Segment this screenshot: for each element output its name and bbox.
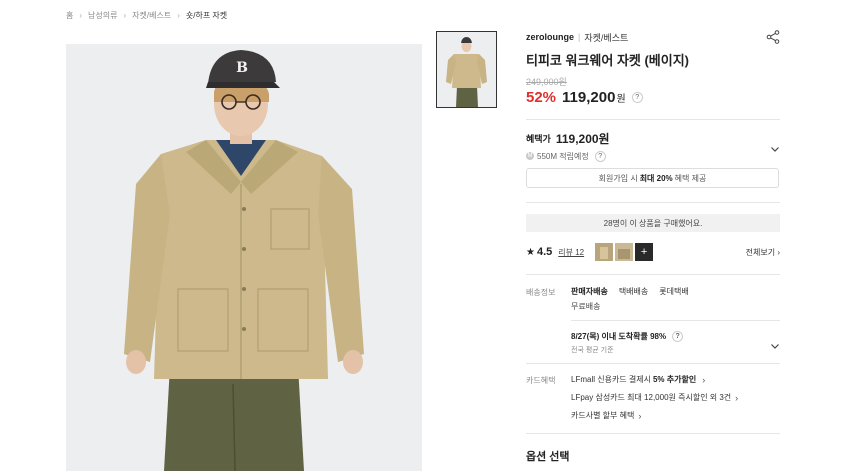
points-row: M 550M 적립예정 ? <box>526 150 606 162</box>
benefit-price: 119,200원 <box>555 131 610 146</box>
member-text-pre: 회원가입 시 <box>598 173 638 183</box>
product-thumbnail[interactable] <box>436 31 497 108</box>
svg-text:B: B <box>236 60 248 76</box>
arrival-text: 8/27(목) 이내 도착확률 98% <box>571 332 667 341</box>
divider <box>526 363 780 364</box>
help-icon[interactable]: ? <box>672 331 684 342</box>
product-title: 티피코 워크웨어 자켓 (베이지) <box>526 53 690 68</box>
card-line2-text: LFpay 삼성카드 최대 12,000원 즉시할인 외 3건 <box>571 393 732 402</box>
arrival-estimate: 8/27(목) 이내 도착확률 98% ? <box>571 331 684 342</box>
review-photos-more-button[interactable]: + <box>635 243 654 261</box>
chevron-right-icon: › <box>735 392 739 403</box>
brand-link[interactable]: zerolounge <box>526 32 574 42</box>
shipping-fee: 무료배송 <box>571 302 601 311</box>
divider <box>526 202 780 203</box>
card-line1-text: LFmall 신용카드 결제시 <box>571 375 651 384</box>
member-signup-button[interactable]: 회원가입 시 최대 20% 혜택 제공 <box>526 168 779 188</box>
member-text-bold: 최대 20% <box>639 173 673 183</box>
rating-value: 4.5 <box>536 246 553 258</box>
review-photo-thumb[interactable] <box>595 243 614 261</box>
chevron-down-icon[interactable] <box>770 141 780 152</box>
share-icon[interactable] <box>766 30 780 44</box>
chevron-down-icon[interactable] <box>770 338 780 349</box>
shipping-methods: 판매자배송 택배배송 롯데택배 <box>571 286 700 297</box>
help-icon[interactable]: ? <box>631 91 643 103</box>
breadcrumb-short-jackets[interactable]: 숏/하프 자켓 <box>186 10 227 21</box>
model-photo: B <box>66 44 422 471</box>
review-count-link[interactable]: 리뷰 12 <box>558 247 584 258</box>
card-installment-benefit[interactable]: 카드사별 할부 혜택 › <box>571 410 641 421</box>
shipping-label: 배송정보 <box>526 288 556 297</box>
card-benefit-label: 카드혜택 <box>526 376 556 385</box>
arrival-basis: 전국 평균 기준 <box>571 347 614 354</box>
divider <box>571 320 780 321</box>
shipping-method-parcel: 택배배송 <box>618 287 649 296</box>
divider <box>526 119 780 120</box>
card-benefit-lfmall[interactable]: LFmall 신용카드 결제시 5% 추가할인 › <box>571 374 705 385</box>
category-link[interactable]: 자켓/베스트 <box>584 31 628 44</box>
card-benefit-lfpay[interactable]: LFpay 삼성카드 최대 12,000원 즉시할인 외 3건 › <box>571 392 738 403</box>
review-row: ★ 4.5 리뷰 12 + 전체보기 › <box>526 242 780 262</box>
review-photo-thumb[interactable] <box>615 243 634 261</box>
brand-separator: | <box>578 32 581 42</box>
breadcrumb-home[interactable]: 홈 <box>66 10 73 21</box>
chevron-right-icon: › <box>702 374 706 385</box>
breadcrumb-separator-icon: › <box>177 10 180 20</box>
breadcrumb-separator-icon: › <box>123 10 127 20</box>
benefit-label: 혜택가 <box>526 133 551 144</box>
purchase-count-banner: 28명이 이 상품을 구매했어요. <box>526 214 780 232</box>
benefit-price-row: 혜택가 119,200원 <box>526 130 610 146</box>
shipping-method-carrier: 롯데택배 <box>659 287 689 296</box>
member-text-post: 혜택 제공 <box>674 173 707 183</box>
price-row: 52% 119,200 원 ? <box>526 87 643 107</box>
shipping-method-seller: 판매자배송 <box>571 287 608 296</box>
currency-unit: 원 <box>616 93 626 105</box>
breadcrumb-separator-icon: › <box>79 10 83 20</box>
breadcrumb: 홈 › 남성의류 › 자켓/베스트 › 숏/하프 자켓 <box>66 9 227 21</box>
sale-price: 119,200 <box>562 88 616 106</box>
divider <box>526 274 780 275</box>
breadcrumb-jackets[interactable]: 자켓/베스트 <box>132 10 171 21</box>
product-main-image[interactable]: B <box>66 44 422 471</box>
points-text: 550M 적립예정 <box>537 151 589 161</box>
breadcrumb-mens-clothing[interactable]: 남성의류 <box>88 10 117 21</box>
option-select-title: 옵션 선택 <box>526 451 570 463</box>
star-icon: ★ <box>526 246 535 258</box>
see-all-reviews-link[interactable]: 전체보기 › <box>746 247 780 258</box>
discount-rate: 52% <box>526 88 557 106</box>
points-icon: M <box>526 152 534 160</box>
brand-row: zerolounge | 자켓/베스트 <box>526 30 780 44</box>
divider <box>526 433 780 434</box>
chevron-right-icon: › <box>638 410 642 421</box>
help-icon[interactable]: ? <box>594 150 606 162</box>
card-line3-text: 카드사별 할부 혜택 <box>571 411 635 420</box>
card-line1-highlight: 5% 추가할인 <box>652 375 697 384</box>
thumbnail-photo <box>437 32 496 107</box>
